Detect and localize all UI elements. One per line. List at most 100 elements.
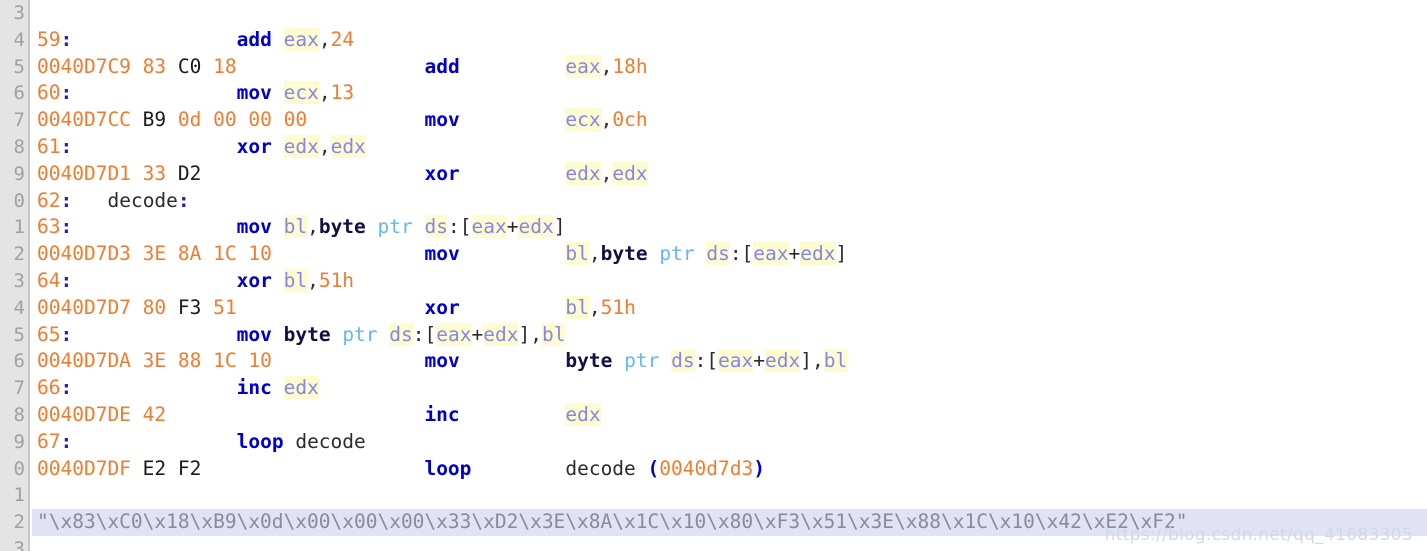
code-token: ds: [389, 322, 413, 346]
code-token: 24: [330, 27, 355, 51]
code-token: 80: [142, 295, 167, 319]
code-token: mov: [236, 215, 272, 239]
code-token: byte: [283, 322, 331, 346]
gutter-line-number: 4: [13, 296, 25, 319]
source-code-line[interactable]: 61: xor edx,edx: [32, 134, 1427, 161]
code-token: ,: [318, 27, 331, 51]
code-content-area[interactable]: 59: add eax,24 0040D7C9 83 C0 18 add eax,…: [32, 0, 1427, 551]
code-token: edx: [800, 242, 836, 266]
disassembly-line[interactable]: 0040D7C9 83 C0 18 add eax,18h: [32, 54, 1427, 81]
code-token: 00: [283, 108, 308, 132]
gutter-number-list: 3 4 5 6 7 8 9 0 1 2 3 4 5 6 7 8 9 0 1 2 3: [0, 0, 30, 551]
code-token: 0040D7D7: [37, 295, 131, 319]
disassembly-line[interactable]: 0040D7D1 33 D2 xor edx,edx: [32, 161, 1427, 188]
code-line-blank[interactable]: [32, 536, 1427, 551]
disassembly-line[interactable]: 0040D7CC B9 0d 00 00 00 mov ecx,0ch: [32, 107, 1427, 134]
code-token: mov: [236, 81, 272, 105]
code-token: byte: [565, 349, 613, 373]
code-token: :: [60, 215, 73, 239]
disassembly-line[interactable]: 0040D7D7 80 F3 51 xor bl,51h: [32, 295, 1427, 322]
code-token: ,: [588, 295, 601, 319]
code-token: 3E: [142, 349, 167, 373]
code-token: xor: [424, 295, 460, 319]
code-token: bl: [283, 215, 308, 239]
code-token: ,: [307, 268, 319, 292]
selected-code-line[interactable]: "\x83\xC0\x18\xB9\x0d\x00\x00\x00\x33\xD…: [32, 509, 1427, 536]
code-token: 42: [142, 402, 167, 426]
code-token: 88: [177, 349, 202, 373]
code-token: decode: [565, 456, 636, 480]
code-token: ptr: [659, 242, 695, 266]
source-code-line[interactable]: 60: mov ecx,13: [32, 80, 1427, 107]
line-number-gutter[interactable]: 3 4 5 6 7 8 9 0 1 2 3 4 5 6 7 8 9 0 1 2 3: [0, 0, 30, 551]
code-token: +: [788, 242, 801, 266]
disassembly-line[interactable]: 0040D7DA 3E 88 1C 10 mov byte ptr ds:[ea…: [32, 348, 1427, 375]
source-code-line[interactable]: 59: add eax,24: [32, 27, 1427, 54]
code-token: bl: [541, 322, 566, 346]
code-token: bl: [565, 295, 589, 319]
code-token: 0d: [177, 108, 202, 132]
code-token: eax: [718, 349, 754, 373]
code-token: ds: [424, 215, 449, 239]
code-token: eax: [753, 242, 789, 266]
code-token: ]: [835, 242, 848, 266]
code-token: :: [177, 188, 190, 212]
gutter-line-number: 0: [13, 457, 25, 480]
source-code-line[interactable]: 65: mov byte ptr ds:[eax+edx],bl: [32, 322, 1427, 349]
code-token: 63: [37, 215, 61, 239]
code-token: :: [60, 429, 73, 453]
code-token: 0040D7C9: [37, 54, 131, 78]
source-code-line[interactable]: 64: xor bl,51h: [32, 268, 1427, 295]
code-token: mov: [424, 349, 460, 373]
code-token: eax: [565, 54, 601, 78]
code-token: 83: [142, 54, 167, 78]
code-token: ): [753, 456, 765, 480]
code-token: :[: [729, 242, 754, 266]
code-token: C0: [177, 54, 202, 78]
code-token: D2: [177, 161, 202, 185]
disassembly-line[interactable]: 0040D7DF E2 F2 loop decode (0040d7d3): [32, 456, 1427, 483]
code-token: E2: [142, 456, 167, 480]
source-code-line[interactable]: 67: loop decode: [32, 429, 1427, 456]
code-token: byte: [600, 242, 648, 266]
code-token: ecx: [565, 108, 601, 132]
disassembly-line[interactable]: 0040D7D3 3E 8A 1C 10 mov bl,byte ptr ds:…: [32, 241, 1427, 268]
source-code-line[interactable]: 66: inc edx: [32, 375, 1427, 402]
code-token: eax: [471, 215, 507, 239]
source-code-line[interactable]: 63: mov bl,byte ptr ds:[eax+edx]: [32, 214, 1427, 241]
code-line-blank[interactable]: [32, 0, 1427, 27]
code-token: bl: [283, 268, 308, 292]
source-code-line[interactable]: 62: decode:: [32, 188, 1427, 215]
code-line-blank[interactable]: [32, 482, 1427, 509]
code-token: xor: [236, 268, 272, 292]
code-token: mov: [236, 322, 272, 346]
gutter-line-number: 6: [13, 350, 25, 373]
code-token: ,: [588, 242, 601, 266]
code-token: eax: [283, 27, 319, 51]
code-token: 13: [330, 81, 355, 105]
disassembly-line[interactable]: 0040D7DE 42 inc edx: [32, 402, 1427, 429]
code-token: (: [647, 456, 660, 480]
